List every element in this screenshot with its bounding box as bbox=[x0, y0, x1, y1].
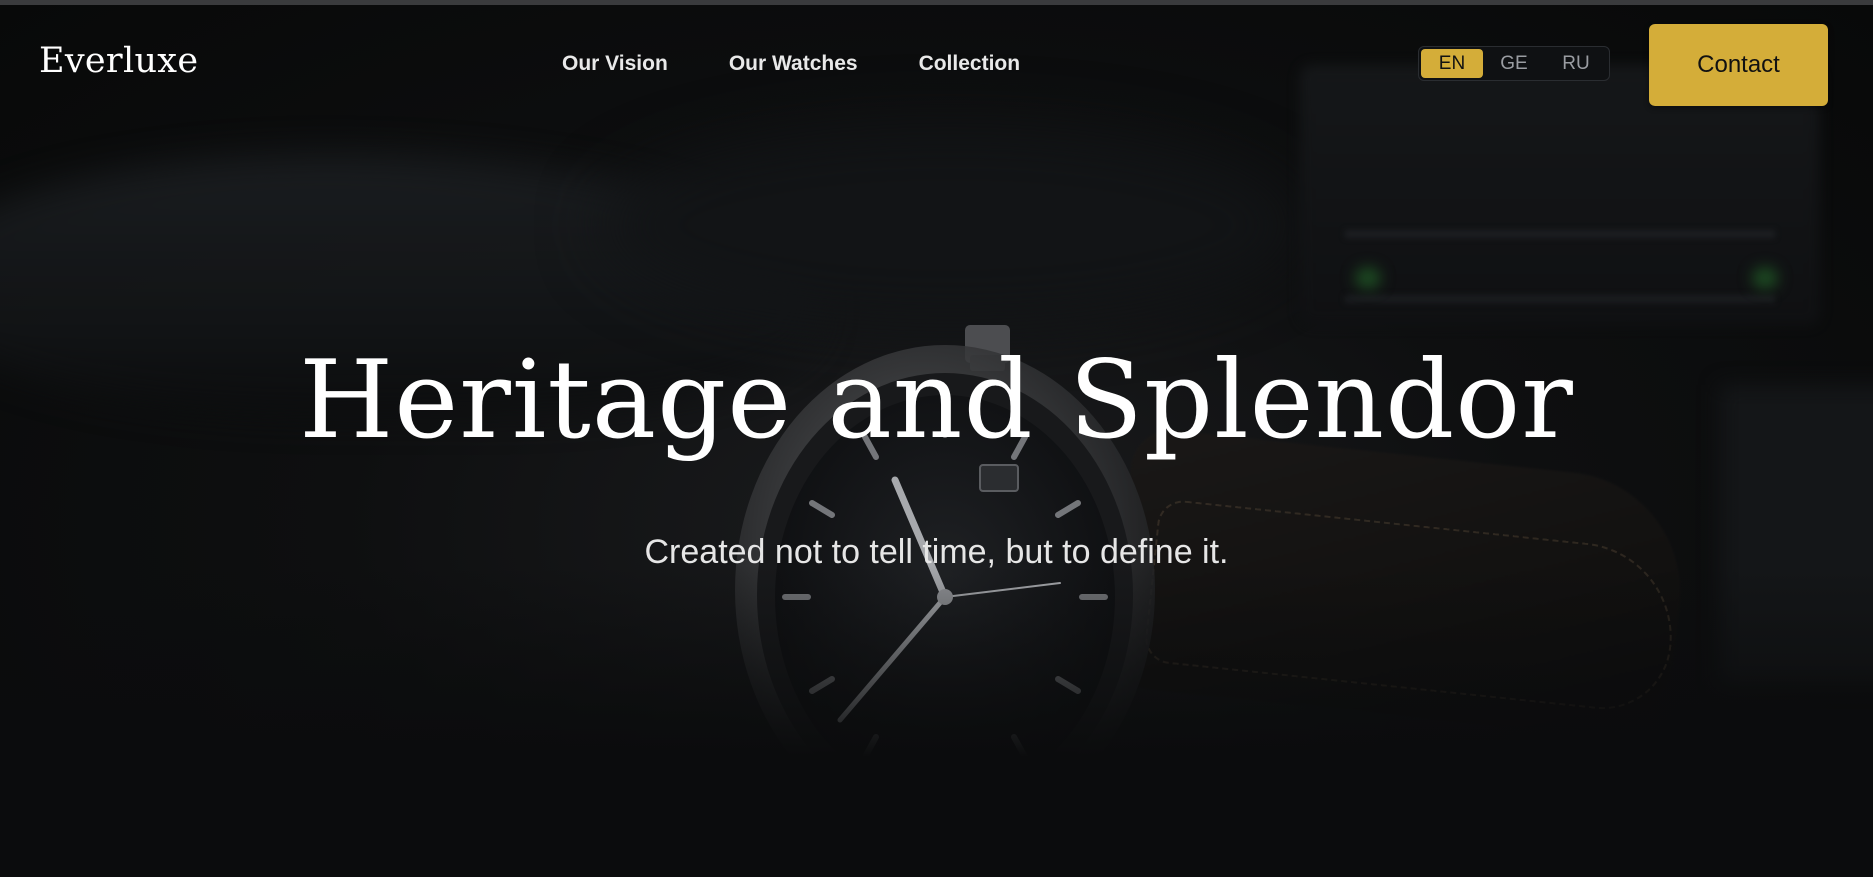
language-switcher: EN GE RU bbox=[1418, 46, 1610, 81]
brand-logo[interactable]: Everluxe bbox=[39, 41, 198, 81]
contact-button[interactable]: Contact bbox=[1649, 24, 1828, 106]
hero-title: Heritage and Splendor bbox=[299, 338, 1574, 463]
nav-link-collection[interactable]: Collection bbox=[919, 52, 1021, 76]
background-device-detail bbox=[1345, 230, 1775, 238]
hero-section: Heritage and Splendor Created not to tel… bbox=[0, 5, 1873, 877]
main-navigation: Our Vision Our Watches Collection bbox=[562, 52, 1020, 76]
background-device-detail bbox=[1345, 295, 1775, 303]
language-option-en[interactable]: EN bbox=[1421, 49, 1483, 78]
language-option-ru[interactable]: RU bbox=[1545, 49, 1607, 78]
site-header: Everluxe Our Vision Our Watches Collecti… bbox=[0, 5, 1873, 125]
nav-link-our-watches[interactable]: Our Watches bbox=[729, 52, 858, 76]
background-led bbox=[1355, 267, 1381, 289]
language-option-ge[interactable]: GE bbox=[1483, 49, 1545, 78]
background-led bbox=[1752, 267, 1778, 289]
background-floor-shadow bbox=[0, 565, 1873, 877]
nav-link-our-vision[interactable]: Our Vision bbox=[562, 52, 668, 76]
hero-subtitle: Created not to tell time, but to define … bbox=[644, 533, 1229, 571]
background-cloth-shadow bbox=[600, 125, 1300, 325]
